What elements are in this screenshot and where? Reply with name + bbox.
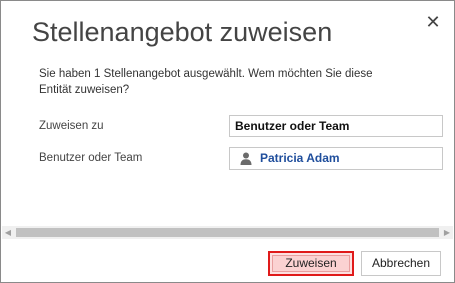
close-icon[interactable]: ✕ (425, 12, 441, 32)
assign-to-row: Zuweisen zu Benutzer oder Team (39, 115, 445, 139)
user-or-team-row: Benutzer oder Team Patricia Adam (39, 147, 445, 171)
scroll-left-icon[interactable]: ◀ (2, 226, 14, 239)
assign-to-label: Zuweisen zu (39, 120, 104, 132)
dialog-title: Stellenangebot zuweisen (32, 17, 333, 47)
scrollbar-thumb[interactable] (16, 228, 439, 237)
scroll-right-icon[interactable]: ▶ (441, 226, 453, 239)
assign-to-select[interactable]: Benutzer oder Team (229, 115, 443, 137)
user-lookup-value[interactable]: Patricia Adam (260, 151, 340, 165)
cancel-button[interactable]: Abbrechen (361, 251, 441, 276)
horizontal-scrollbar[interactable]: ◀ ▶ (2, 226, 453, 239)
user-or-team-label: Benutzer oder Team (39, 152, 143, 164)
assign-button-label[interactable]: Zuweisen (272, 255, 350, 272)
assign-button[interactable]: Zuweisen (268, 251, 354, 276)
assign-dialog: Stellenangebot zuweisen ✕ Sie haben 1 St… (0, 0, 455, 283)
user-lookup-field[interactable]: Patricia Adam (229, 147, 443, 170)
person-icon (240, 152, 252, 165)
dialog-message: Sie haben 1 Stellenangebot ausgewählt. W… (39, 68, 373, 96)
